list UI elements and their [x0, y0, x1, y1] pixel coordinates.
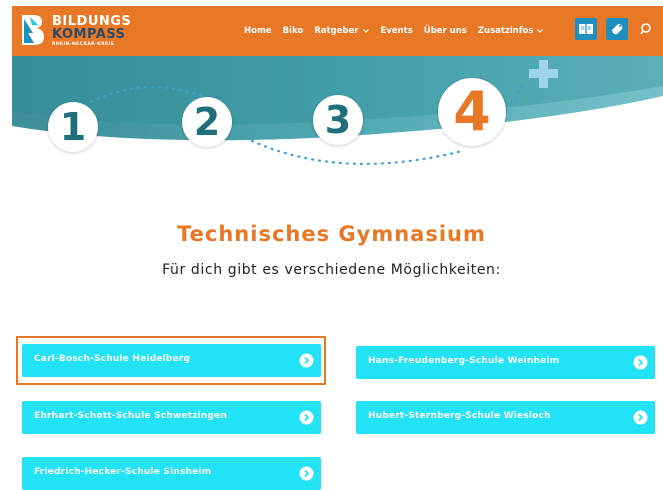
- step-badge-3: 3: [313, 95, 363, 145]
- step-number: 3: [324, 98, 352, 142]
- nav-biko-label: Biko: [282, 26, 304, 36]
- page-title: Technisches Gymnasium: [177, 222, 486, 246]
- school-label: Carl-Bosch-Schule Heidelberg: [34, 354, 191, 364]
- nav-zusatzinfos-label: Zusatzinfos: [477, 26, 534, 36]
- school-button-friedrich-hecker[interactable]: Friedrich-Hecker-Schule Sinsheim: [22, 457, 321, 490]
- step-badge-1: 1: [48, 102, 98, 152]
- arrow-right-icon: [633, 355, 648, 370]
- book-button[interactable]: [575, 18, 597, 40]
- nav-ueber-uns[interactable]: Über uns: [424, 26, 467, 36]
- chevron-down-icon: [537, 29, 544, 33]
- nav-ueber-uns-label: Über uns: [423, 26, 467, 36]
- school-button-carl-bosch[interactable]: Carl-Bosch-Schule Heidelberg: [22, 344, 321, 377]
- arrow-right-icon: [633, 410, 648, 425]
- school-label: Ehrhart-Schott-Schule Schwetzingen: [34, 411, 228, 421]
- nav-ratgeber[interactable]: Ratgeber: [314, 26, 369, 36]
- school-label: Hubert-Sternberg-Schule Wiesloch: [368, 411, 551, 421]
- school-button-hans-freudenberg[interactable]: Hans-Freudenberg-Schule Weinheim: [356, 346, 655, 379]
- logo-text-line2: KOMPASS: [52, 27, 126, 42]
- step-badge-2: 2: [182, 97, 232, 147]
- school-button-ehrhart-schott[interactable]: Ehrhart-Schott-Schule Schwetzingen: [22, 401, 321, 434]
- school-label: Hans-Freudenberg-Schule Weinheim: [368, 356, 560, 366]
- nav-events[interactable]: Events: [381, 26, 413, 36]
- main-nav: Home Biko Ratgeber Events Über uns Zusat…: [244, 6, 555, 56]
- site-logo[interactable]: BILDUNGS KOMPASS RHEIN-NECKAR-KREIS: [20, 11, 131, 51]
- step-number: 4: [453, 80, 491, 143]
- chevron-down-icon: [362, 29, 369, 33]
- logo-mark-icon: [22, 15, 44, 45]
- step-badge-4: 4: [438, 78, 506, 146]
- nav-ratgeber-label: Ratgeber: [314, 26, 359, 36]
- hand-icon: [612, 24, 623, 35]
- hand-button[interactable]: [606, 18, 628, 40]
- nav-home-label: Home: [244, 26, 272, 36]
- search-icon[interactable]: [640, 22, 654, 36]
- site-header: BILDUNGS KOMPASS RHEIN-NECKAR-KREIS Home…: [12, 6, 663, 56]
- book-icon: [579, 24, 593, 34]
- school-button-hubert-sternberg[interactable]: Hubert-Sternberg-Schule Wiesloch: [356, 401, 655, 434]
- arrow-right-icon: [299, 410, 314, 425]
- nav-events-label: Events: [380, 26, 413, 36]
- school-label: Friedrich-Hecker-Schule Sinsheim: [34, 467, 212, 477]
- step-number: 1: [59, 105, 87, 149]
- page-subtitle: Für dich gibt es verschiedene Möglichkei…: [162, 262, 501, 278]
- nav-zusatzinfos[interactable]: Zusatzinfos: [478, 26, 545, 36]
- nav-biko[interactable]: Biko: [283, 26, 304, 36]
- logo-text-line3: RHEIN-NECKAR-KREIS: [52, 42, 115, 47]
- arrow-right-icon: [299, 353, 314, 368]
- step-number: 2: [193, 100, 221, 144]
- nav-home[interactable]: Home: [244, 26, 272, 36]
- arrow-right-icon: [299, 466, 314, 481]
